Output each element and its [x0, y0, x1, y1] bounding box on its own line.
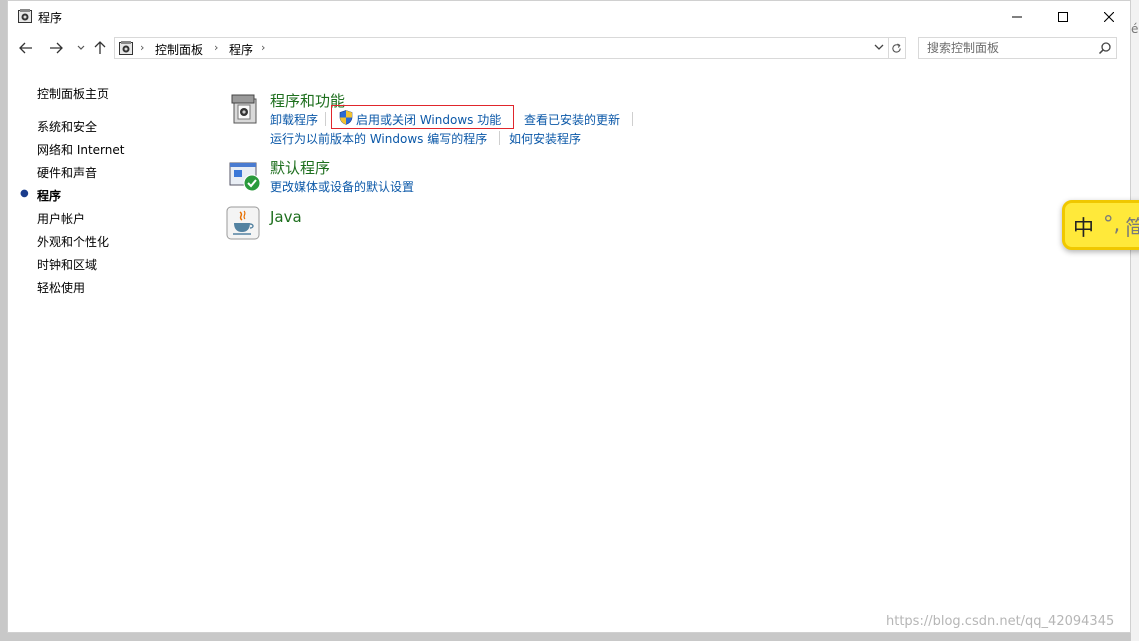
address-dropdown[interactable] — [874, 40, 884, 57]
default-programs-title[interactable]: 默认程序 — [270, 157, 330, 178]
sidebar-item-hardware-sound[interactable]: 硬件和声音 — [37, 164, 97, 181]
breadcrumb-control-panel[interactable]: 控制面板 — [155, 41, 203, 58]
change-default-settings-link[interactable]: 更改媒体或设备的默认设置 — [270, 178, 414, 195]
breadcrumb-separator[interactable]: › — [140, 41, 144, 54]
control-panel-home-link[interactable]: 控制面板主页 — [37, 85, 109, 102]
ime-simplified-indicator[interactable]: 简 — [1125, 212, 1139, 242]
maximize-button[interactable] — [1040, 1, 1086, 32]
background-window-strip: é — [1131, 0, 1139, 641]
close-icon — [1104, 11, 1114, 22]
link-separator — [325, 112, 326, 126]
sidebar-item-system-security[interactable]: 系统和安全 — [37, 118, 97, 135]
forward-arrow-icon — [50, 42, 63, 54]
breadcrumb-programs[interactable]: 程序 — [229, 41, 253, 58]
how-to-install-link[interactable]: 如何安装程序 — [509, 130, 581, 147]
ime-status-widget[interactable]: 中 °, 简 — [1062, 200, 1139, 250]
control-panel-icon — [119, 41, 133, 55]
java-title[interactable]: Java — [270, 208, 302, 226]
refresh-icon — [892, 42, 901, 53]
up-arrow-icon — [94, 41, 106, 54]
sidebar-item-appearance[interactable]: 外观和个性化 — [37, 233, 109, 250]
title-bar[interactable]: 程序 — [8, 1, 1130, 32]
address-bar[interactable]: › 控制面板 › 程序 › — [114, 37, 889, 59]
watermark: https://blog.csdn.net/qq_42094345 — [886, 614, 1115, 629]
sidebar-item-network-internet[interactable]: 网络和 Internet — [37, 141, 124, 158]
breadcrumb-separator[interactable]: › — [214, 41, 218, 54]
breadcrumb-separator[interactable]: › — [261, 41, 265, 54]
java-icon[interactable] — [226, 206, 260, 240]
search-icon[interactable] — [1098, 41, 1112, 55]
sidebar-item-programs[interactable]: 程序 — [37, 187, 61, 204]
sidebar-item-clock-region[interactable]: 时钟和区域 — [37, 256, 97, 273]
compatibility-link[interactable]: 运行为以前版本的 Windows 编写的程序 — [270, 130, 487, 147]
link-separator — [499, 131, 500, 145]
minimize-icon — [1012, 16, 1022, 17]
chevron-down-icon — [77, 45, 85, 50]
refresh-button[interactable] — [888, 37, 906, 59]
control-panel-icon — [18, 9, 32, 23]
minimize-button[interactable] — [994, 1, 1040, 32]
ime-punctuation-indicator[interactable]: °, — [1103, 212, 1120, 236]
uninstall-program-link[interactable]: 卸载程序 — [270, 111, 318, 128]
background-glyph: é — [1131, 22, 1139, 36]
left-navigation: 控制面板主页 系统和安全 网络和 Internet 硬件和声音 ● 程序 用户帐… — [8, 64, 208, 364]
active-bullet-icon: ● — [20, 188, 29, 199]
link-separator — [632, 112, 633, 126]
up-button[interactable] — [90, 38, 110, 58]
window-title: 程序 — [38, 11, 63, 25]
default-programs-icon[interactable] — [228, 159, 262, 193]
back-button[interactable] — [16, 38, 36, 58]
search-box[interactable] — [918, 37, 1117, 59]
programs-features-icon[interactable] — [228, 91, 262, 125]
view-installed-updates-link[interactable]: 查看已安装的更新 — [524, 111, 620, 128]
forward-button[interactable] — [46, 38, 66, 58]
search-input[interactable] — [919, 38, 1094, 58]
control-panel-window: 程序 › 控制面板 › 程序 › 搜索控制面板 控制面板主页 系统和安全 网络和… — [7, 0, 1131, 633]
sidebar-item-user-accounts[interactable]: 用户帐户 — [37, 210, 85, 227]
navigation-bar: › 控制面板 › 程序 › — [8, 32, 1130, 64]
back-arrow-icon — [19, 42, 32, 54]
highlight-annotation — [331, 105, 514, 129]
ime-mode-indicator[interactable]: 中 — [1073, 212, 1094, 242]
maximize-icon — [1058, 11, 1068, 22]
recent-locations-button[interactable] — [71, 38, 91, 58]
close-button[interactable] — [1086, 1, 1130, 32]
sidebar-item-ease-of-access[interactable]: 轻松使用 — [37, 279, 85, 296]
chevron-down-icon — [874, 44, 884, 50]
